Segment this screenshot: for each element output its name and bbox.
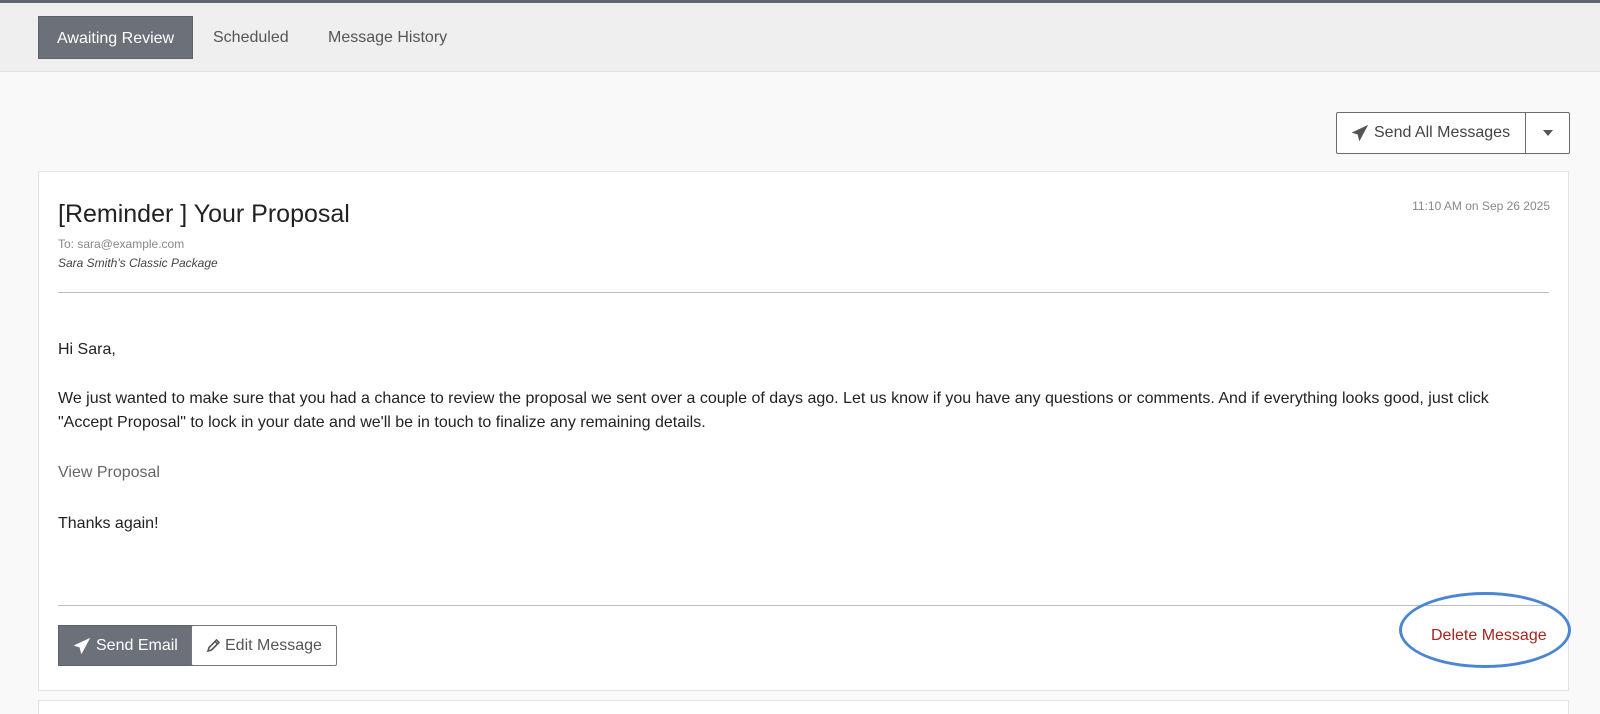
edit-message-button[interactable]: Edit Message	[191, 625, 337, 666]
view-proposal-link[interactable]: View Proposal	[58, 464, 160, 482]
send-all-button-group: Send All Messages	[1336, 112, 1571, 154]
send-all-dropdown-button[interactable]	[1526, 113, 1569, 153]
send-all-messages-label: Send All Messages	[1374, 124, 1511, 141]
next-message-card	[38, 700, 1569, 714]
footer-divider	[58, 605, 1549, 606]
caret-down-icon	[1542, 130, 1553, 136]
send-email-label: Send Email	[96, 636, 178, 654]
message-paragraph: We just wanted to make sure that you had…	[58, 390, 1489, 431]
send-email-button[interactable]: Send Email	[58, 625, 194, 666]
message-date: 11:10 AM on Sep 26 2025	[1412, 199, 1550, 213]
paper-plane-icon	[74, 637, 90, 654]
message-recipient: To: sara@example.com	[58, 237, 185, 251]
message-closing: Thanks again!	[58, 515, 159, 532]
header-divider	[58, 292, 1549, 293]
tab-scheduled[interactable]: Scheduled	[195, 16, 307, 59]
paper-plane-icon	[1352, 125, 1368, 141]
highlight-annotation-circle	[1399, 592, 1571, 668]
edit-message-label: Edit Message	[225, 636, 322, 654]
send-all-messages-button[interactable]: Send All Messages	[1337, 113, 1527, 153]
pencil-icon	[206, 638, 221, 653]
tab-message-history[interactable]: Message History	[310, 16, 465, 59]
message-subject: [Reminder ] Your Proposal	[58, 200, 350, 228]
tab-awaiting-review[interactable]: Awaiting Review	[38, 16, 194, 59]
message-greeting: Hi Sara,	[58, 341, 116, 358]
message-package: Sara Smith's Classic Package	[58, 256, 218, 270]
tab-bar: Awaiting Review Scheduled Message Histor…	[0, 3, 1600, 72]
message-card: [Reminder ] Your Proposal 11:10 AM on Se…	[38, 171, 1571, 691]
